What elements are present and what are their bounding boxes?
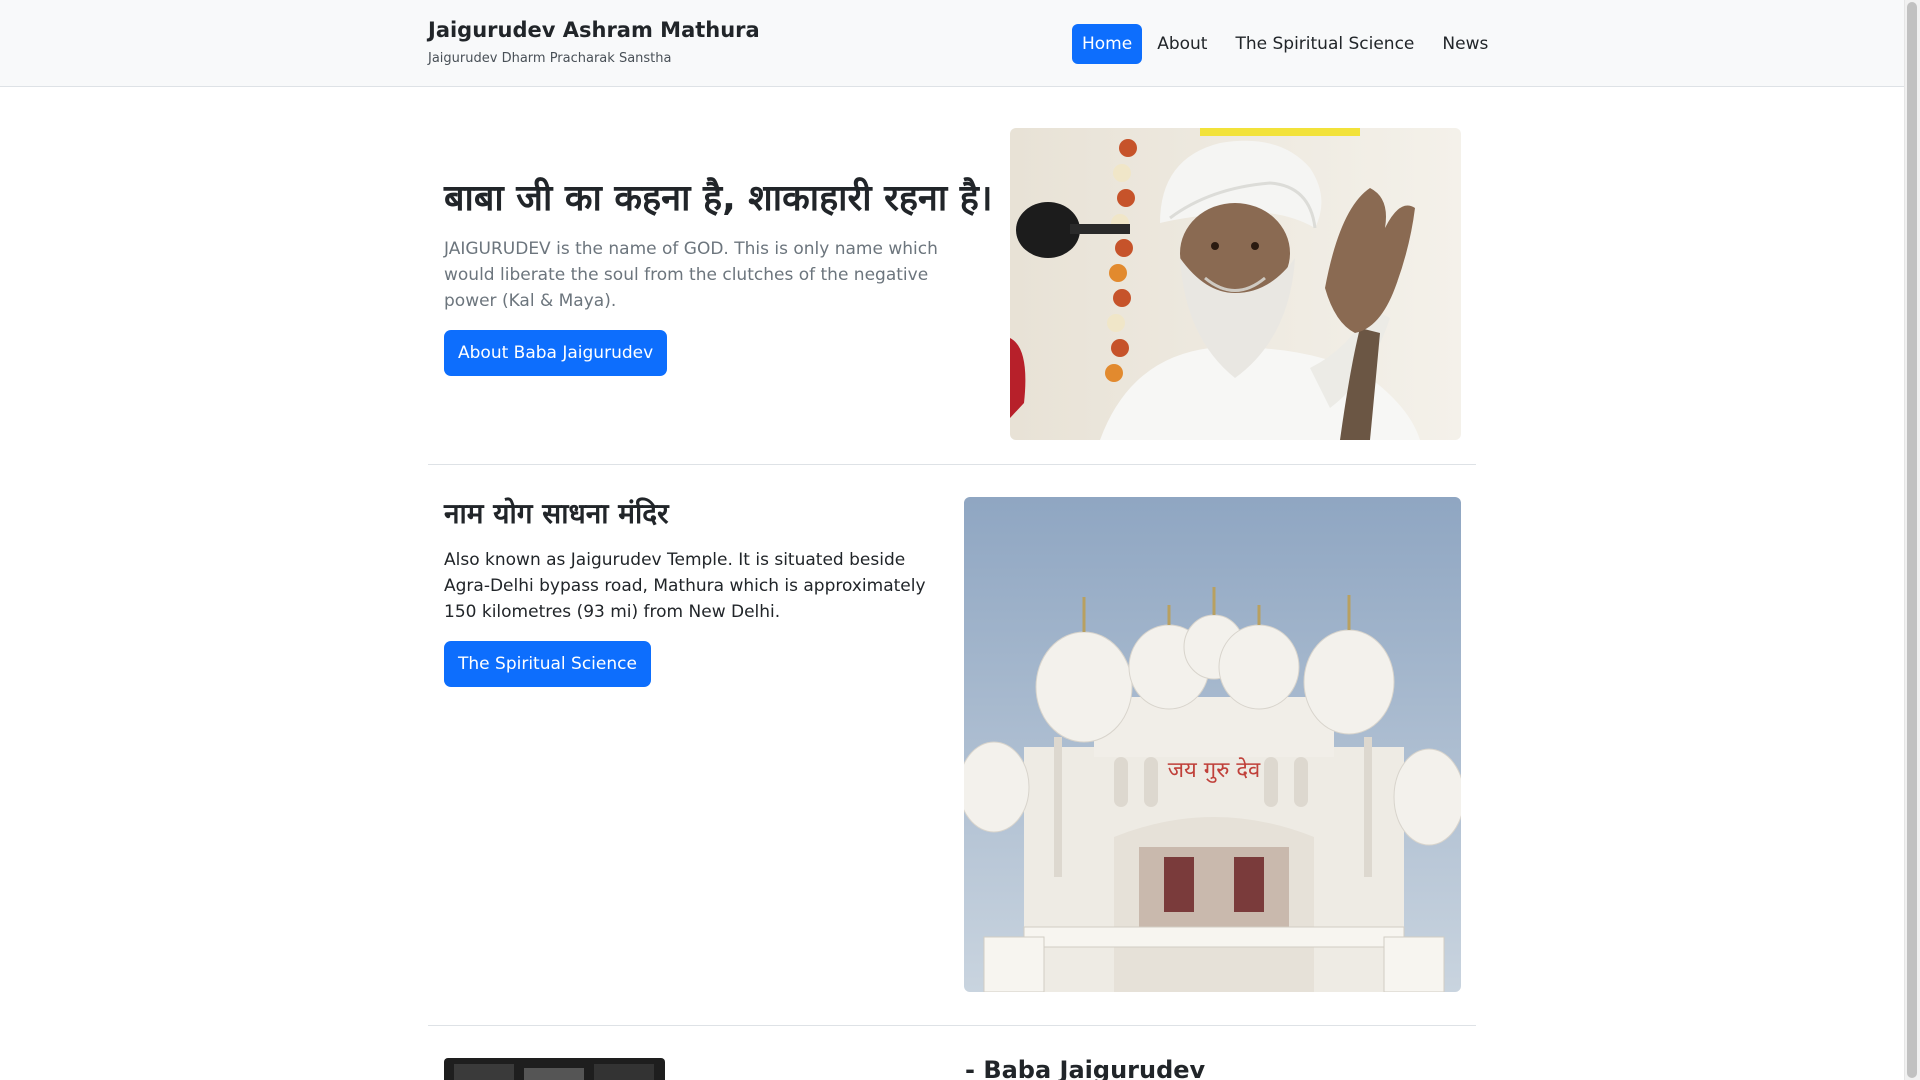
nav-news[interactable]: News xyxy=(1429,24,1501,64)
nav-spiritual-science[interactable]: The Spiritual Science xyxy=(1222,24,1427,64)
temple-text: Also known as Jaigurudev Temple. It is s… xyxy=(444,550,926,622)
section-divider-1 xyxy=(428,464,1476,465)
temple-heading: नाम योग साधना मंदिर xyxy=(444,497,669,530)
temple-photo: जय गुरु देव xyxy=(964,497,1461,992)
spiritual-science-button[interactable]: The Spiritual Science xyxy=(444,641,651,687)
baba-jaigurudev-portrait xyxy=(1010,128,1461,440)
nav-about[interactable]: About xyxy=(1144,24,1220,64)
nav-home[interactable]: Home xyxy=(1072,23,1143,64)
main-nav: Home About The Spiritual Science News xyxy=(1072,23,1501,64)
temple-sign-text: जय गुरु देव xyxy=(1168,757,1261,783)
scrollbar-thumb[interactable] xyxy=(1907,2,1917,1078)
quote-author-heading: - Baba Jaigurudev xyxy=(965,1056,1206,1080)
baba-jaigurudev-bw-photo xyxy=(444,1058,665,1080)
brand-subtitle: Jaigurudev Dharm Pracharak Sanstha xyxy=(428,51,672,66)
section-divider-2 xyxy=(428,1025,1476,1026)
page: Jaigurudev Ashram Mathura Jaigurudev Dha… xyxy=(0,0,1920,1080)
hero-heading: बाबा जी का कहना है, शाकाहारी रहना है। xyxy=(444,178,993,219)
page-scrollbar[interactable] xyxy=(1904,0,1920,1080)
navbar: Jaigurudev Ashram Mathura Jaigurudev Dha… xyxy=(0,0,1905,87)
hero-text: JAIGURUDEV is the name of GOD. This is o… xyxy=(444,239,938,311)
about-baba-button[interactable]: About Baba Jaigurudev xyxy=(444,330,668,376)
brand-title[interactable]: Jaigurudev Ashram Mathura xyxy=(428,18,760,42)
